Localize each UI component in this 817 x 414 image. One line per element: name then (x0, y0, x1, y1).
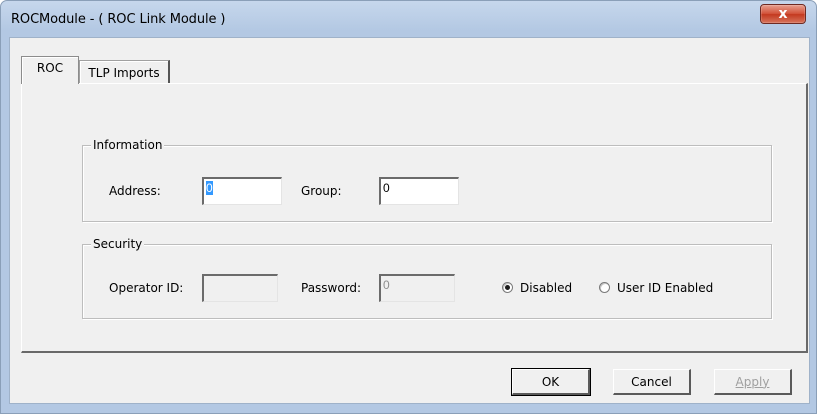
password-value: 0 (383, 278, 390, 292)
apply-button-label: Apply (735, 374, 770, 389)
ok-button[interactable]: OK (511, 368, 591, 396)
close-button[interactable]: x (760, 4, 806, 24)
group-value: 0 (383, 181, 390, 195)
operator-id-field[interactable] (202, 274, 278, 302)
information-legend: Information (91, 137, 165, 153)
close-icon: x (778, 6, 788, 22)
disabled-radio-label[interactable]: Disabled (520, 281, 572, 295)
tab-panel-roc: Information Address: 0 Group: 0 Security… (21, 83, 808, 353)
window-title: ROCModule - ( ROC Link Module ) (11, 12, 226, 27)
security-legend: Security (91, 236, 145, 252)
password-field[interactable]: 0 (379, 274, 455, 302)
tab-roc[interactable]: ROC (21, 56, 79, 84)
cancel-button-label: Cancel (631, 374, 672, 389)
group-field[interactable]: 0 (379, 177, 459, 205)
cancel-button[interactable]: Cancel (613, 369, 691, 395)
dialog-client-area: ROC TLP Imports Information Address: 0 G… (9, 37, 810, 404)
disabled-radio[interactable] (502, 282, 513, 293)
address-value: 0 (206, 181, 213, 195)
dialog-window: ROCModule - ( ROC Link Module ) x ROC TL… (0, 0, 817, 414)
group-label: Group: (301, 184, 342, 198)
apply-button[interactable]: Apply (714, 369, 792, 395)
user-id-enabled-radio-label[interactable]: User ID Enabled (617, 281, 713, 295)
tab-roc-label: ROC (36, 60, 64, 75)
tab-strip: ROC TLP Imports (10, 38, 809, 84)
tab-tlp-imports[interactable]: TLP Imports (79, 60, 170, 84)
user-id-enabled-radio[interactable] (599, 282, 610, 293)
tab-tlp-imports-label: TLP Imports (88, 65, 160, 80)
information-group: Information Address: 0 Group: 0 (82, 137, 772, 222)
ok-button-label: OK (541, 374, 560, 389)
operator-id-label: Operator ID: (109, 281, 184, 295)
address-field[interactable]: 0 (202, 177, 282, 205)
security-group: Security Operator ID: Password: 0 Disabl… (82, 236, 772, 319)
password-label: Password: (301, 281, 362, 295)
address-label: Address: (109, 184, 161, 198)
